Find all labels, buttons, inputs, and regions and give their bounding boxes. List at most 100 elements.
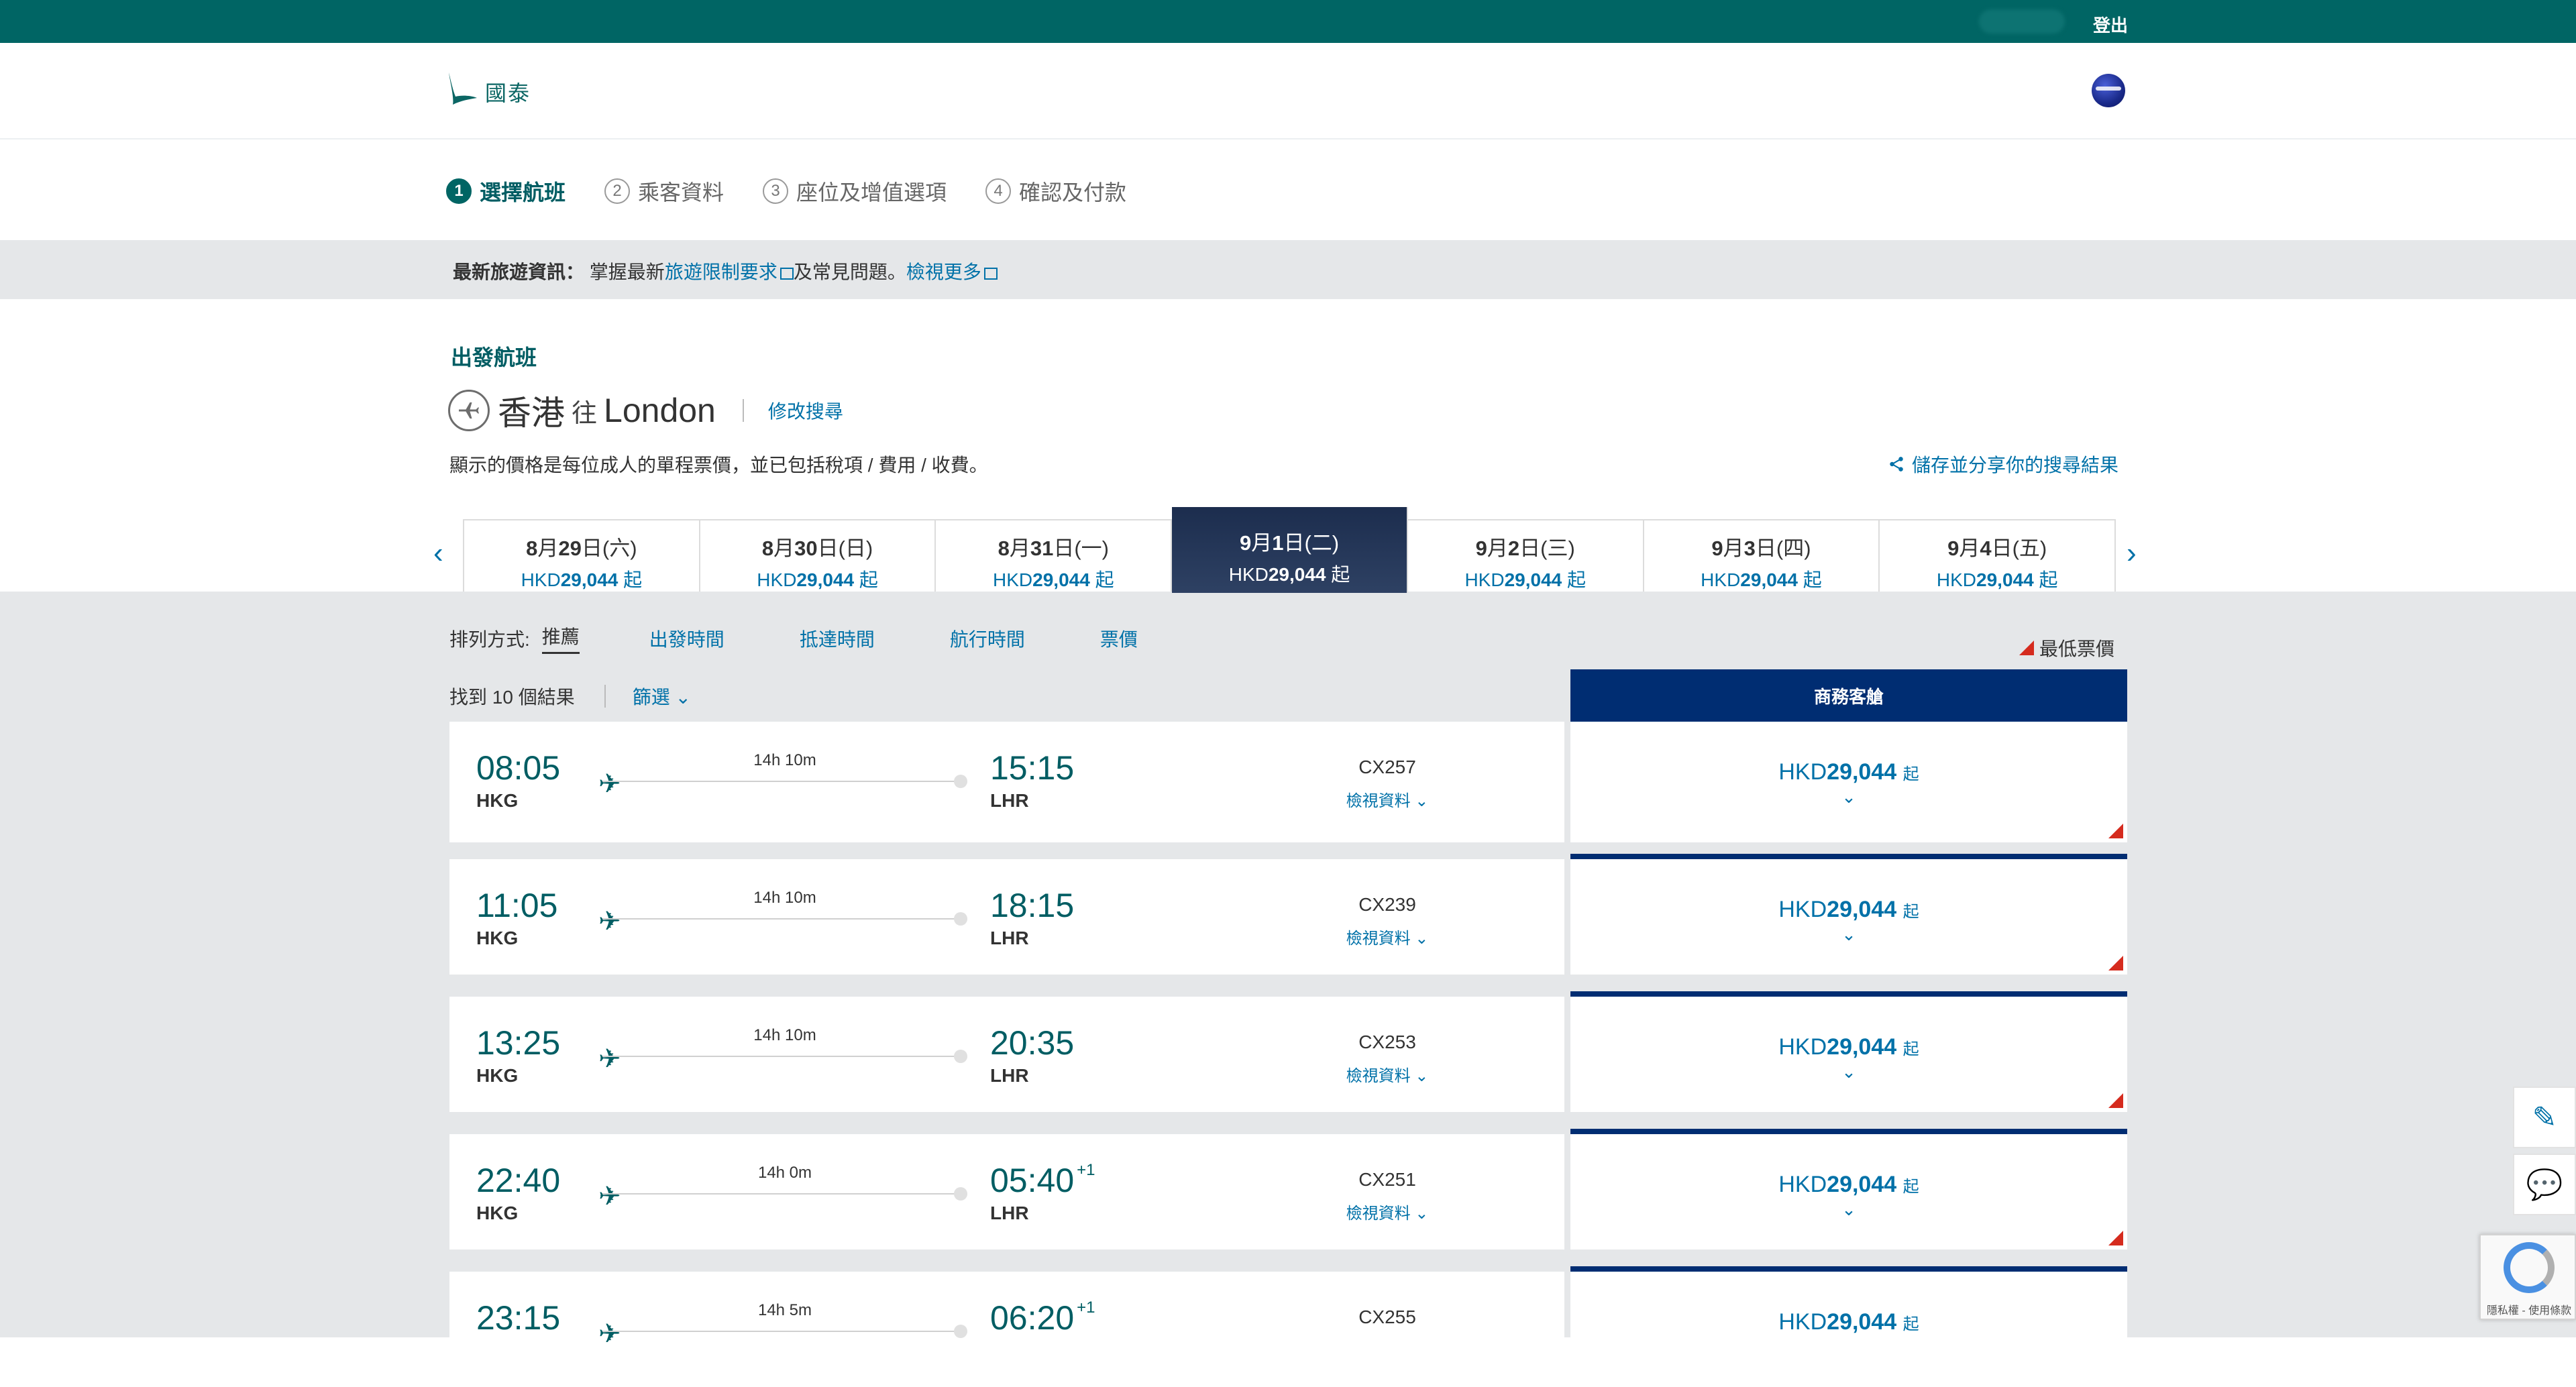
business-fare-cell[interactable]: HKD29,044 起 ⌄ <box>1570 1129 2127 1250</box>
chevron-left-icon[interactable]: ‹ <box>433 537 443 570</box>
arrival: 20:35 LHR <box>990 1023 1077 1087</box>
flight-number: CX251 <box>1358 1169 1416 1190</box>
filter-button[interactable]: 篩選 ⌄ <box>633 683 691 710</box>
cathay-logo[interactable]: 國泰 <box>446 71 531 107</box>
plane-icon: ✈ <box>598 1182 621 1211</box>
link-label: 旅遊限制要求 <box>664 262 777 282</box>
sort-departure-time[interactable]: 出發時間 <box>649 625 724 652</box>
arrival-time: 20:35 <box>990 1024 1075 1062</box>
view-details-link[interactable]: 檢視資料 ⌄ <box>1313 1200 1461 1223</box>
day-offset: +1 <box>1077 1298 1095 1317</box>
section-title: 出發航班 <box>451 345 537 370</box>
chat-icon[interactable]: 💬 <box>2513 1154 2576 1215</box>
brand-name: 國泰 <box>485 81 531 105</box>
step-number: 4 <box>985 178 1012 204</box>
recaptcha-icon <box>2504 1242 2555 1293</box>
modify-search-link[interactable]: 修改搜尋 <box>768 397 843 424</box>
date-tab[interactable]: 8月31日(一) HKD29,044 起 <box>936 520 1173 592</box>
destination-city: London <box>604 392 716 429</box>
date-tab[interactable]: 8月30日(日) HKD29,044 起 <box>700 520 936 592</box>
sort-arrival-time[interactable]: 抵達時間 <box>800 625 875 652</box>
flight-track <box>602 1050 967 1063</box>
user-name-blurred[interactable] <box>1979 9 2065 34</box>
arrival-dot <box>954 1325 967 1338</box>
sort-recommended[interactable]: 推薦 <box>541 622 580 654</box>
chevron-down-icon: ⌄ <box>1841 1199 1856 1219</box>
fare-price: HKD29,044 起 ⌄ <box>1570 897 2127 945</box>
chevron-down-icon: ⌄ <box>675 687 691 708</box>
view-details-link[interactable]: 檢視資料 ⌄ <box>1313 925 1461 948</box>
flight-track <box>602 912 967 926</box>
flight-details: 22:40 HKG 14h 0m ✈ 05:40 +1 LHR CX251 檢視資料 ⌄ <box>449 1134 1564 1250</box>
flight-number: CX239 <box>1358 894 1416 915</box>
arrival-airport: LHR <box>990 790 1029 811</box>
flight-details: 13:25 HKG 14h 10m ✈ 20:35 LHR CX253 檢視資料 ⌄ <box>449 997 1564 1112</box>
lowest-fare-label: 最低票價 <box>2039 639 2115 659</box>
flight-number: CX257 <box>1358 757 1416 777</box>
day-offset: +1 <box>1077 1161 1095 1179</box>
step-seats-extras: 3 座位及增值選項 <box>763 176 947 207</box>
arrival-time: 18:15 <box>990 887 1075 924</box>
flight-row: 22:40 HKG 14h 0m ✈ 05:40 +1 LHR CX251 檢視資料 ⌄ HKD2… <box>449 1129 2127 1250</box>
arrival-dot <box>954 1187 967 1201</box>
sort-duration[interactable]: 航行時間 <box>950 625 1025 652</box>
chevron-down-icon: ⌄ <box>1841 1062 1856 1082</box>
date-label: 9月1日(二) <box>1239 531 1340 555</box>
origin-city: 香港 <box>498 394 565 432</box>
step-select-flight: 1 選擇航班 <box>446 176 566 207</box>
recaptcha-badge[interactable]: 隱私權 - 使用條款 <box>2479 1234 2576 1320</box>
date-tab[interactable]: 9月2日(三) HKD29,044 起 <box>1407 520 1644 592</box>
flight-row: 23:15 14h 5m ✈ 06:20 +1 CX255 HKD29,044 起 <box>449 1266 2127 1387</box>
fare-price: HKD29,044 起 ⌄ <box>1570 1034 2127 1083</box>
sort-price[interactable]: 票價 <box>1100 625 1138 652</box>
date-tab[interactable]: 9月4日(五) HKD29,044 起 <box>1880 520 2115 592</box>
arrival-time: 06:20 +1 <box>990 1298 1095 1337</box>
date-tab[interactable]: 9月1日(二) HKD29,044 起 <box>1172 507 1408 593</box>
view-more-link[interactable]: 檢視更多 <box>906 262 998 282</box>
date-tab[interactable]: 8月29日(六) HKD29,044 起 <box>464 520 700 592</box>
divider <box>742 399 744 422</box>
step-number: 3 <box>763 178 789 204</box>
link-label: 檢視更多 <box>906 262 981 282</box>
view-details-link[interactable]: 檢視資料 ⌄ <box>1313 1062 1461 1086</box>
lowest-fare-marker-icon <box>2108 1231 2123 1245</box>
business-fare-cell[interactable]: HKD29,044 起 ⌄ <box>1570 854 2127 975</box>
external-link-icon <box>780 267 794 280</box>
step-number: 2 <box>604 178 631 204</box>
logout-link[interactable]: 登出 <box>2093 12 2128 37</box>
flight-number-block: CX257 檢視資料 ⌄ <box>1313 757 1461 811</box>
top-bar: 登出 <box>0 0 2576 43</box>
arrival-dot <box>954 1050 967 1063</box>
view-details-link[interactable]: 檢視資料 ⌄ <box>1313 787 1461 811</box>
to-word: 往 <box>572 399 598 428</box>
arrival-time: 15:15 <box>990 749 1075 787</box>
chevron-down-icon: ⌄ <box>1841 924 1856 944</box>
filter-label: 篩選 <box>632 687 670 708</box>
departure-airport: HKG <box>476 790 519 811</box>
arrival-airport: LHR <box>990 1203 1029 1223</box>
share-icon <box>1890 457 1903 471</box>
flight-number: CX255 <box>1358 1307 1416 1327</box>
chevron-right-icon[interactable]: › <box>2127 537 2137 570</box>
flight-row: 08:05 HKG 14h 10m ✈ 15:15 LHR CX257 檢視資料 ⌄ HKD29… <box>449 722 2127 842</box>
share-results-link[interactable]: 儲存並分享你的搜尋結果 <box>1888 451 2118 478</box>
arrival: 06:20 +1 <box>990 1298 1095 1340</box>
step-label: 確認及付款 <box>1019 180 1127 205</box>
business-fare-cell[interactable]: HKD29,044 起 ⌄ <box>1570 722 2127 842</box>
feedback-icon[interactable]: ✎ <box>2513 1087 2576 1148</box>
divider <box>604 685 606 708</box>
business-fare-cell[interactable]: HKD29,044 起 ⌄ <box>1570 991 2127 1112</box>
arrival-dot <box>954 775 967 788</box>
departure-airport: HKG <box>476 928 519 948</box>
fare-price: HKD29,044 起 ⌄ <box>1570 759 2127 808</box>
business-fare-cell[interactable]: HKD29,044 起 <box>1570 1266 2127 1387</box>
date-tab[interactable]: 9月3日(四) HKD29,044 起 <box>1644 520 1880 592</box>
cathay-brushwing-icon <box>449 72 477 105</box>
arrival-dot <box>954 912 967 926</box>
travel-restrictions-link[interactable]: 旅遊限制要求 <box>665 262 794 282</box>
external-link-icon <box>983 267 998 280</box>
flight-number-block: CX253 檢視資料 ⌄ <box>1313 1032 1461 1086</box>
date-price: HKD29,044 起 <box>993 569 1114 590</box>
lowest-fare-marker-icon <box>2019 641 2034 655</box>
date-label: 9月3日(四) <box>1711 537 1811 560</box>
